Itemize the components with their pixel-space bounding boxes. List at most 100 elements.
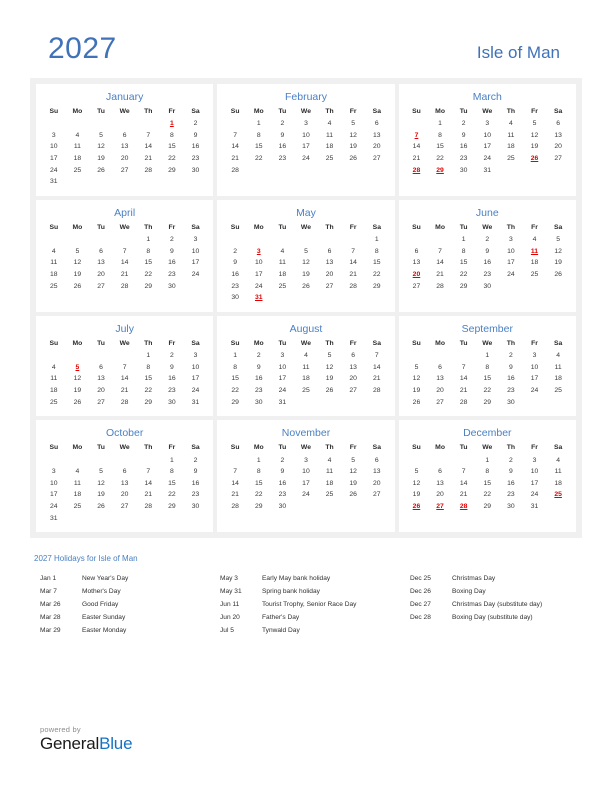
day-cell: 22 — [231, 387, 239, 395]
weekday-header-th: Th — [144, 223, 153, 231]
holiday-list-item: Jun 20 Father's Day — [220, 612, 410, 625]
month-card-february: February Su Mo Tu We Th Fr Sa 1 2 3 4 5 6 7 8 9 10 11 12 13… — [217, 84, 395, 196]
week-row: 18 19 20 21 22 23 24 — [42, 385, 207, 397]
day-cell: 13 — [120, 143, 129, 151]
day-cell: 27 — [436, 398, 444, 406]
day-cell-empty — [341, 501, 365, 513]
month-day-grid: Su Mo Tu We Th Fr Sa 1 2 3 4 5 6 7 8 9 10 11 12 13 14 15 16 17… — [405, 443, 570, 513]
day-cell-empty — [136, 176, 160, 188]
day-cell: 22 — [144, 387, 153, 395]
day-cell: 15 — [483, 375, 492, 383]
day-cell: 7 — [374, 352, 379, 360]
day-cell-empty — [136, 118, 160, 130]
weekday-header-we: We — [119, 223, 130, 231]
day-cell-empty — [428, 350, 452, 362]
day-cell-holiday: 1 — [169, 120, 174, 128]
day-cell: 15 — [144, 375, 153, 383]
day-cell: 21 — [436, 271, 444, 279]
day-cell: 30 — [168, 282, 176, 290]
day-cell: 5 — [556, 236, 561, 244]
day-cell: 27 — [120, 503, 129, 511]
day-cell: 11 — [73, 143, 81, 151]
day-cell: 28 — [120, 282, 129, 290]
day-cell: 20 — [554, 143, 562, 151]
holiday-date: Dec 25 — [410, 575, 431, 583]
weekday-header-fr: Fr — [168, 107, 176, 115]
weekday-header-tu: Tu — [278, 223, 287, 231]
day-cell: 5 — [414, 468, 419, 476]
day-cell-empty — [42, 350, 66, 362]
day-cell: 6 — [374, 456, 379, 464]
day-cell: 18 — [325, 479, 334, 487]
day-cell: 4 — [327, 456, 332, 464]
day-cell-empty — [523, 397, 547, 409]
weekday-header-th: Th — [506, 107, 516, 115]
week-row: 1 2 3 4 5 6 — [223, 454, 388, 466]
day-cell: 30 — [168, 398, 176, 406]
month-name: September — [461, 323, 513, 335]
day-cell: 7 — [233, 468, 238, 476]
day-cell: 24 — [302, 155, 310, 163]
day-cell: 19 — [302, 271, 310, 279]
month-name: July — [115, 323, 134, 335]
day-cell: 18 — [325, 143, 334, 151]
week-row: 3 4 5 6 7 8 9 — [42, 466, 207, 478]
month-day-grid: Su Mo Tu We Th Fr Sa 1 2 3 4 5 6 7 8 9 10 11 12 13 14 15 16 17… — [405, 339, 570, 409]
holiday-date: May 31 — [220, 588, 242, 596]
day-cell: 27 — [373, 491, 381, 499]
day-cell: 21 — [459, 491, 468, 499]
day-cell: 10 — [530, 363, 539, 371]
day-cell: 8 — [438, 131, 442, 139]
day-cell: 4 — [556, 456, 561, 464]
day-cell: 7 — [461, 468, 466, 476]
day-cell: 25 — [325, 155, 334, 163]
day-cell-empty — [341, 234, 365, 246]
week-row: 8 9 10 11 12 13 14 — [223, 362, 388, 374]
day-cell: 31 — [50, 514, 58, 522]
month-card-june: June Su Mo Tu We Th Fr Sa 1 2 3 4 5 6 7 8 9 10 11 12 13 14 15… — [398, 200, 576, 312]
day-cell: 11 — [278, 259, 286, 267]
day-cell: 8 — [256, 468, 261, 476]
day-cell: 4 — [280, 247, 285, 255]
page-header: 2027 Isle of Man — [0, 0, 612, 64]
holiday-date: Mar 28 — [40, 613, 61, 621]
day-cell: 17 — [191, 259, 200, 267]
day-cell: 8 — [146, 363, 151, 371]
day-cell-empty — [89, 350, 113, 362]
weekday-header-row: Su Mo Tu We Th Fr Sa — [405, 107, 570, 118]
day-cell-empty — [523, 281, 547, 293]
holiday-date: Dec 26 — [410, 588, 431, 596]
day-cell-empty — [318, 234, 342, 246]
day-cell: 18 — [507, 143, 515, 151]
day-cell: 13 — [436, 479, 444, 487]
weekday-header-mo: Mo — [253, 223, 264, 231]
day-cell: 15 — [254, 479, 263, 487]
week-row: 7 8 9 10 11 12 13 — [405, 130, 570, 142]
holiday-list-item: Dec 26 Boxing Day — [410, 586, 582, 599]
day-cell: 24 — [50, 166, 58, 174]
weekday-header-sa: Sa — [553, 339, 563, 347]
day-cell: 13 — [349, 363, 357, 371]
weekday-header-fr: Fr — [349, 223, 357, 231]
day-cell: 6 — [122, 468, 127, 476]
month-day-grid: Su Mo Tu We Th Fr Sa 1 2 3 4 5 6 7 8 9 10 11 12 13 14 15 16 17… — [405, 223, 570, 293]
day-cell: 17 — [507, 259, 515, 267]
day-cell: 14 — [436, 259, 444, 267]
weekday-header-su: Su — [230, 223, 240, 231]
day-cell-empty — [428, 234, 452, 246]
day-cell-empty — [136, 513, 160, 525]
week-row: 14 15 16 17 18 19 20 — [223, 141, 388, 153]
week-row: 13 14 15 16 17 18 19 — [405, 257, 570, 269]
weekday-header-fr: Fr — [168, 443, 176, 451]
month-day-grid: Su Mo Tu We Th Fr Sa 1 2 3 4 5 6 7 8 9 10 11 12 13 14 15 16 17… — [223, 107, 388, 177]
day-cell: 20 — [373, 479, 381, 487]
weekday-header-tu: Tu — [97, 339, 105, 347]
day-cell: 26 — [302, 282, 310, 290]
day-cell-empty — [405, 234, 429, 246]
weekday-header-tu: Tu — [97, 223, 105, 231]
day-cell: 4 — [75, 131, 80, 139]
day-cell: 6 — [438, 468, 442, 476]
day-cell: 5 — [351, 456, 356, 464]
weekday-header-sa: Sa — [553, 443, 563, 451]
day-cell-empty — [452, 454, 476, 466]
